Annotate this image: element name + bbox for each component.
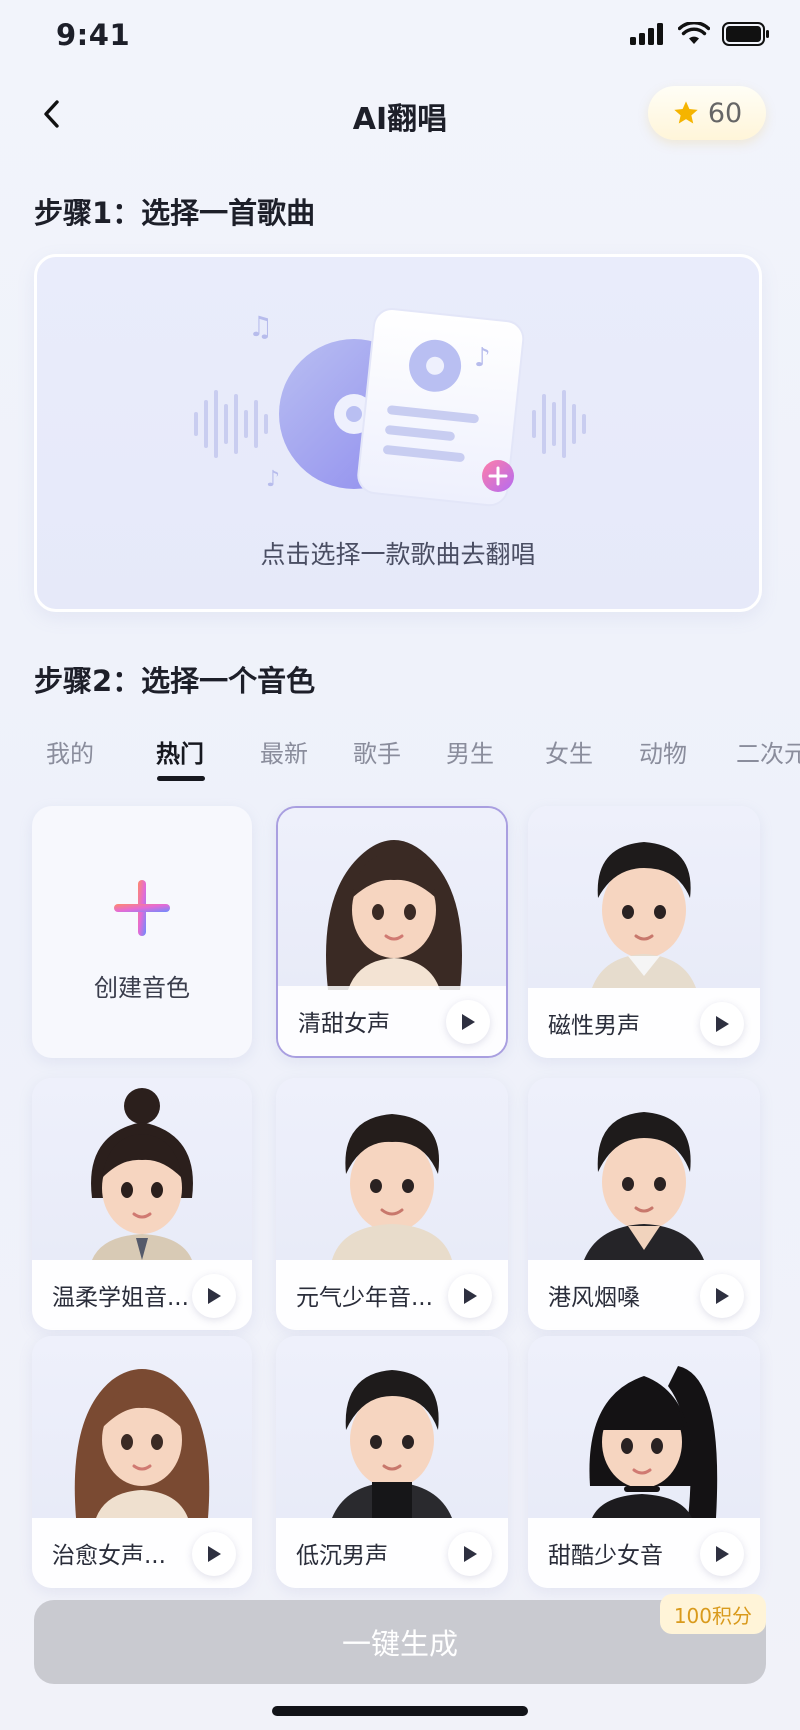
create-voice-label: 创建音色 — [94, 974, 190, 1002]
home-indicator — [272, 1706, 528, 1716]
generate-button[interactable]: 一键生成 — [34, 1600, 766, 1684]
avatar-boy-hoodie — [332, 1114, 452, 1260]
create-voice-card[interactable]: 创建音色 — [32, 806, 252, 1058]
status-icons — [630, 22, 770, 46]
play-icon — [462, 1014, 475, 1030]
avatar-boy-turtleneck — [332, 1370, 452, 1518]
play-button[interactable] — [448, 1532, 492, 1576]
cost-badge: 100积分 — [659, 1594, 766, 1634]
svg-text:♪: ♪ — [266, 467, 280, 492]
play-icon — [716, 1546, 729, 1562]
voice-card-hk-smoky[interactable]: 港风烟嗓 — [528, 1078, 760, 1330]
play-icon — [464, 1546, 477, 1562]
avatar-boy-leather-jacket — [584, 1112, 704, 1260]
tab-male[interactable]: 男生 — [446, 734, 494, 769]
tab-anime[interactable]: 二次元 — [736, 734, 800, 769]
voice-portrait — [528, 1078, 760, 1260]
voice-portrait — [276, 1078, 508, 1260]
status-time: 9:41 — [56, 18, 131, 52]
play-button[interactable] — [700, 1274, 744, 1318]
play-button[interactable] — [192, 1274, 236, 1318]
voice-card-sweet-cool-girl[interactable]: 甜酷少女音 — [528, 1336, 760, 1588]
voice-label: 清甜女声 — [298, 1011, 390, 1037]
tab-animals[interactable]: 动物 — [639, 734, 687, 769]
voice-card-sweet-female[interactable]: 清甜女声 — [276, 806, 508, 1058]
active-tab-underline — [157, 776, 205, 781]
voice-label: 低沉男声 — [296, 1543, 388, 1569]
credits-badge[interactable]: 60 — [648, 86, 766, 140]
voice-portrait — [528, 806, 760, 988]
voice-portrait — [276, 1336, 508, 1518]
avatar-girl-long-hair — [326, 840, 462, 990]
play-button[interactable] — [700, 1002, 744, 1046]
svg-text:♪: ♪ — [474, 343, 491, 373]
voice-portrait — [32, 1336, 252, 1518]
avatar-girl-brown-hair — [74, 1369, 210, 1518]
voice-card-magnetic-male[interactable]: 磁性男声 — [528, 806, 760, 1058]
voice-card-gentle-senior[interactable]: 温柔学姐音... — [32, 1078, 252, 1330]
voice-label: 港风烟嗓 — [548, 1285, 640, 1311]
plus-icon — [114, 880, 170, 936]
voice-card-energetic-boy[interactable]: 元气少年音... — [276, 1078, 508, 1330]
voice-label: 甜酷少女音 — [548, 1543, 663, 1569]
voice-portrait — [32, 1078, 252, 1260]
voice-portrait — [528, 1336, 760, 1518]
tab-singers[interactable]: 歌手 — [353, 734, 401, 769]
avatar-girl-ponytail — [589, 1366, 718, 1518]
play-icon — [716, 1288, 729, 1304]
song-picker-hint: 点击选择一款歌曲去翻唱 — [260, 540, 536, 569]
play-icon — [208, 1288, 221, 1304]
voice-category-tabs: 我的 热门 最新 歌手 男生 女生 动物 二次元 — [0, 726, 800, 786]
svg-text:♫: ♫ — [248, 310, 273, 343]
voice-label: 治愈女声... — [52, 1543, 166, 1569]
star-icon — [674, 101, 698, 124]
voice-card-deep-male[interactable]: 低沉男声 — [276, 1336, 508, 1588]
signal-icon — [630, 23, 663, 45]
voice-card-healing-female[interactable]: 治愈女声... — [32, 1336, 252, 1588]
nav-bar: AI翻唱 60 — [0, 78, 800, 150]
tab-latest[interactable]: 最新 — [260, 734, 308, 769]
avatar-girl-bun — [91, 1088, 193, 1260]
play-icon — [464, 1288, 477, 1304]
play-button[interactable] — [192, 1532, 236, 1576]
play-button[interactable] — [446, 1000, 490, 1044]
play-button[interactable] — [448, 1274, 492, 1318]
play-button[interactable] — [700, 1532, 744, 1576]
voice-portrait — [278, 808, 506, 990]
step2-title: 步骤2：选择一个音色 — [34, 664, 316, 698]
wifi-icon — [678, 22, 710, 44]
status-bar: 9:41 — [0, 0, 800, 72]
tab-female[interactable]: 女生 — [545, 734, 593, 769]
voice-label: 元气少年音... — [296, 1285, 433, 1311]
battery-icon — [722, 22, 769, 46]
avatar-boy-curly-hair — [592, 842, 696, 988]
play-icon — [716, 1016, 729, 1032]
credits-count: 60 — [707, 97, 743, 129]
tab-mine[interactable]: 我的 — [46, 734, 94, 769]
play-icon — [208, 1546, 221, 1562]
song-picker[interactable]: ♫ ♪ ♪ 点击选择一款歌曲去翻唱 — [34, 254, 762, 612]
tab-popular[interactable]: 热门 — [156, 734, 204, 769]
voice-label: 磁性男声 — [548, 1013, 640, 1039]
step1-title: 步骤1：选择一首歌曲 — [34, 196, 316, 230]
voice-label: 温柔学姐音... — [52, 1285, 189, 1311]
